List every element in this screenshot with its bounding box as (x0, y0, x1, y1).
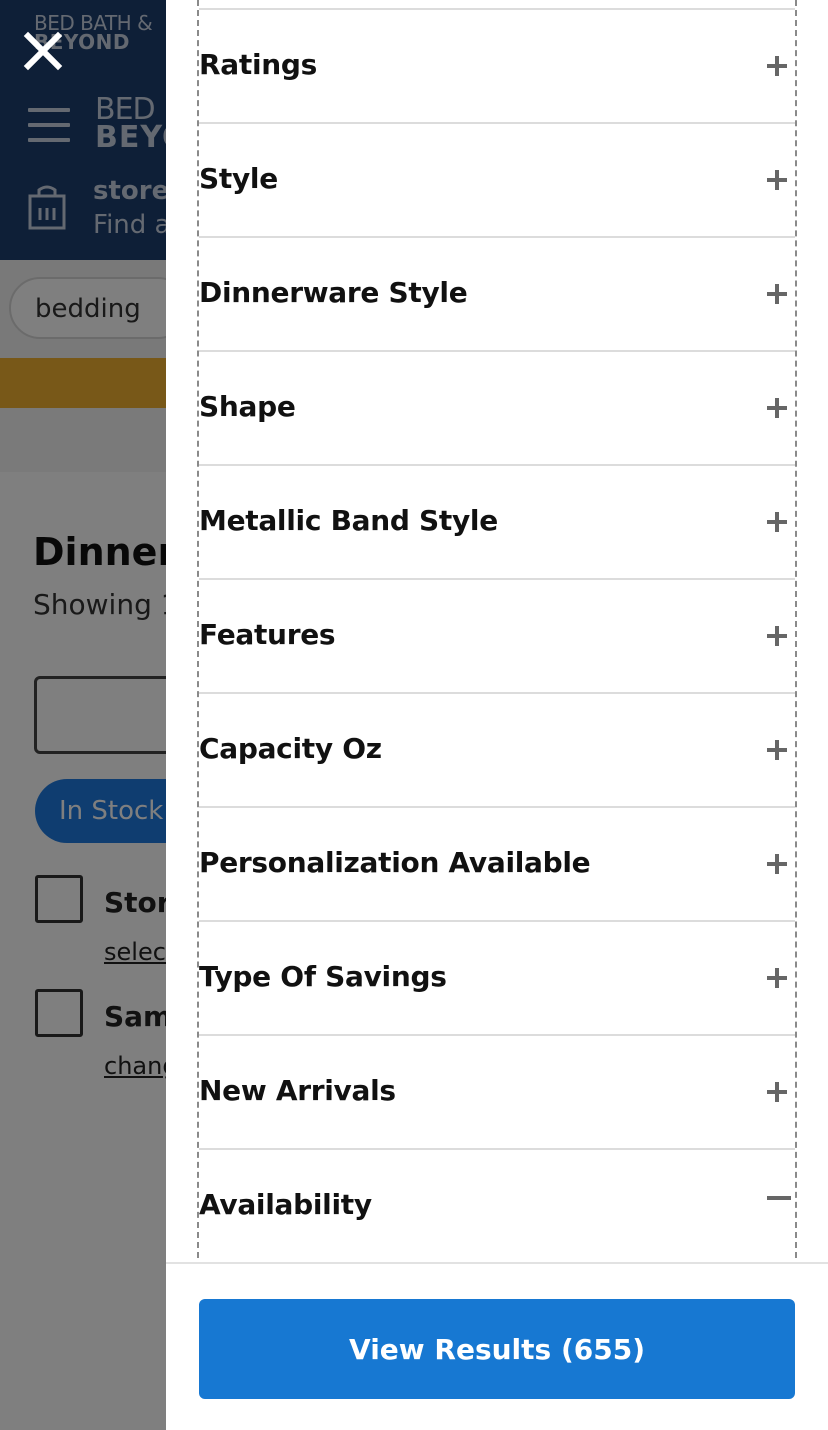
filter-availability[interactable]: Availability (199, 1148, 795, 1258)
plus-icon[interactable] (767, 1082, 787, 1102)
plus-icon[interactable] (767, 512, 787, 532)
plus-icon[interactable] (767, 968, 787, 988)
filter-list: Ratings Style Dinnerware Style Shape Met… (197, 0, 797, 1258)
filter-type-of-savings[interactable]: Type Of Savings (199, 920, 795, 1034)
filter-personalization-available[interactable]: Personalization Available (199, 806, 795, 920)
plus-icon[interactable] (767, 854, 787, 874)
plus-icon[interactable] (767, 626, 787, 646)
view-results-button[interactable]: View Results (655) (199, 1299, 795, 1399)
filter-label: Type Of Savings (199, 960, 447, 993)
filter-label: Shape (199, 390, 296, 423)
plus-icon[interactable] (767, 56, 787, 76)
filter-capacity-oz[interactable]: Capacity Oz (199, 692, 795, 806)
filter-label: Ratings (199, 48, 317, 81)
filter-new-arrivals[interactable]: New Arrivals (199, 1034, 795, 1148)
filter-dinnerware-style[interactable]: Dinnerware Style (199, 236, 795, 350)
filter-drawer: Ratings Style Dinnerware Style Shape Met… (166, 0, 828, 1430)
filter-label: Dinnerware Style (199, 276, 468, 309)
filter-label: Features (199, 618, 336, 651)
plus-icon[interactable] (767, 398, 787, 418)
filter-features[interactable]: Features (199, 578, 795, 692)
plus-icon[interactable] (767, 740, 787, 760)
drawer-footer: View Results (655) (166, 1262, 828, 1430)
filter-label: Metallic Band Style (199, 504, 498, 537)
close-icon[interactable] (22, 30, 64, 72)
filter-label: Availability (199, 1188, 372, 1221)
plus-icon[interactable] (767, 170, 787, 190)
filter-ratings[interactable]: Ratings (199, 8, 795, 122)
filter-label: Personalization Available (199, 846, 591, 879)
filter-metallic-band-style[interactable]: Metallic Band Style (199, 464, 795, 578)
filter-label: Style (199, 162, 278, 195)
minus-icon[interactable] (767, 1196, 791, 1200)
filter-shape[interactable]: Shape (199, 350, 795, 464)
plus-icon[interactable] (767, 284, 787, 304)
filter-label: Capacity Oz (199, 732, 382, 765)
filter-label: New Arrivals (199, 1074, 396, 1107)
filter-style[interactable]: Style (199, 122, 795, 236)
